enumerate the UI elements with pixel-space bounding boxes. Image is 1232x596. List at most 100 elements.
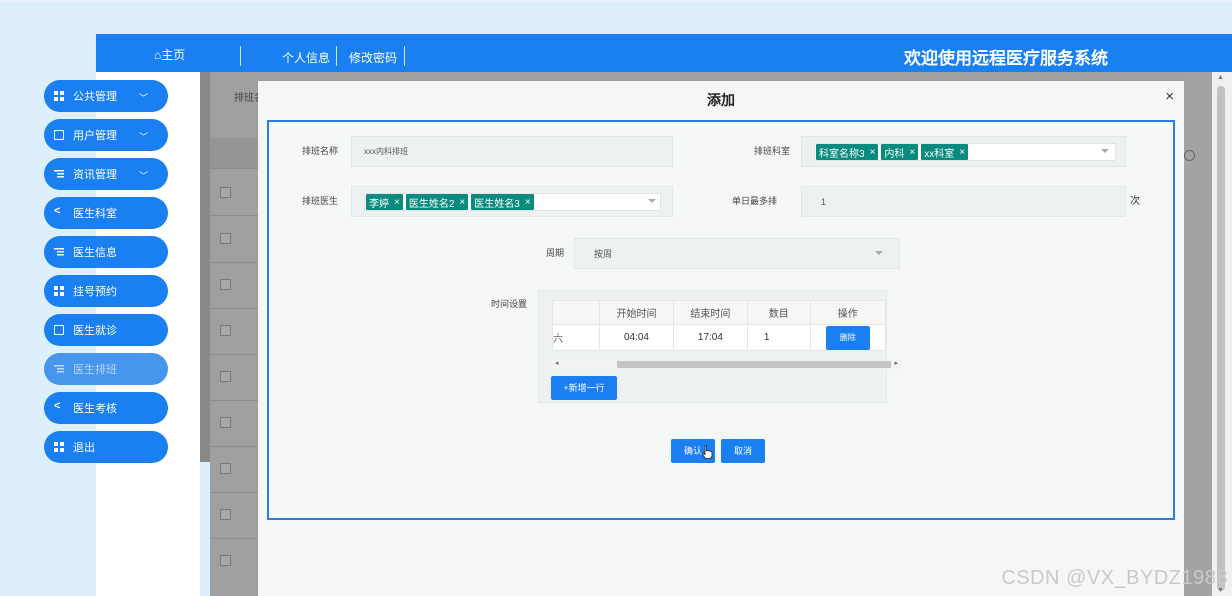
department-tag: 科室名称3 × xyxy=(816,144,879,160)
hand-cursor-icon xyxy=(701,445,713,459)
doctor-tag: 李婷 × xyxy=(366,194,403,210)
tag-remove-icon[interactable]: × xyxy=(870,147,876,158)
sidebar-item-assessment[interactable]: 医生考核 xyxy=(44,392,168,424)
bg-row-checkbox xyxy=(220,279,231,290)
delete-row-button[interactable]: 删除 xyxy=(825,325,870,350)
department-tag: xx科室 × xyxy=(921,144,969,160)
chevron-down-icon: ﹀ xyxy=(138,132,148,142)
scrollbar-thumb[interactable] xyxy=(1217,86,1225,591)
table-row: 六 04:04 17:04 1 删除 xyxy=(552,324,887,351)
doctors-label: 排班医生 xyxy=(302,196,339,206)
count-cell[interactable]: 1 xyxy=(746,324,811,351)
sidebar-item-departments[interactable]: 医生科室 xyxy=(44,197,168,229)
tag-remove-icon[interactable]: × xyxy=(909,147,915,158)
chevron-down-icon: ﹀ xyxy=(138,171,148,181)
department-label: 排班科室 xyxy=(754,146,791,156)
bg-row-line xyxy=(210,308,258,309)
bg-row-checkbox xyxy=(220,509,231,520)
column-header: 结束时间 xyxy=(672,300,748,325)
sidebar-item-scheduling[interactable]: 医生排班 xyxy=(44,353,168,385)
cancel-button[interactable]: 取消 xyxy=(721,439,765,463)
sidebar-item-appointments[interactable]: 挂号预约 xyxy=(44,275,168,307)
bg-row-line xyxy=(210,446,258,447)
department-tag-box[interactable]: 科室名称3 × 内科 × xx科室 × xyxy=(814,143,1116,161)
scroll-left-arrow-icon[interactable]: ◂ xyxy=(555,359,559,367)
share-icon xyxy=(54,400,64,413)
tag-remove-icon[interactable]: × xyxy=(459,197,465,208)
end-time-cell[interactable]: 17:04 xyxy=(672,324,748,351)
sidebar-item-users[interactable]: 用户管理 ﹀ xyxy=(44,119,168,151)
period-select[interactable]: 按周 xyxy=(574,238,900,269)
caret-down-icon xyxy=(875,251,883,255)
period-label: 周期 xyxy=(546,248,565,258)
nav-divider xyxy=(404,46,405,66)
add-row-button[interactable]: +新增一行 xyxy=(551,376,617,400)
site-title: 欢迎使用远程医疗服务系统 xyxy=(904,49,1108,68)
bg-row-checkbox xyxy=(220,187,231,198)
add-schedule-dialog: 添加 × 排班名称 xxx内科排班 排班科室 科室名称3 × 内科 × xx科室 × … xyxy=(258,81,1184,596)
scroll-right-arrow-icon[interactable]: ▸ xyxy=(894,359,898,367)
sidebar-item-public[interactable]: 公共管理 ﹀ xyxy=(44,80,168,112)
daily-max-input[interactable]: 1 xyxy=(801,186,1126,217)
dialog-title: 添加 xyxy=(707,92,735,108)
bg-row-line xyxy=(210,354,258,355)
sidebar-item-label: 公共管理 xyxy=(73,91,117,103)
doctors-tag-box[interactable]: 李婷 × 医生姓名2 × 医生姓名3 × xyxy=(364,193,661,211)
table-horizontal-scrollbar[interactable]: ◂ ▸ xyxy=(552,360,901,369)
weekday-cell[interactable]: 六 xyxy=(552,324,600,351)
sidebar-item-label: 退出 xyxy=(73,442,95,454)
tag-remove-icon[interactable]: × xyxy=(525,197,531,208)
sidebar-item-doctor-info[interactable]: 医生信息 xyxy=(44,236,168,268)
column-header: 操作 xyxy=(809,300,887,325)
time-settings-panel: 开始时间 结束时间 数目 操作 六 04:04 17:04 1 删除 ◂ ▸ +… xyxy=(538,290,901,403)
grid-icon xyxy=(54,91,64,101)
bg-row-checkbox xyxy=(220,371,231,382)
document-icon xyxy=(54,130,64,140)
print-icon xyxy=(1184,150,1195,161)
doctor-tag: 医生姓名2 × xyxy=(405,194,469,210)
column-header xyxy=(552,300,600,325)
schedule-name-input[interactable]: xxx内科排班 xyxy=(351,136,673,167)
column-header: 数目 xyxy=(746,300,811,325)
tag-remove-icon[interactable]: × xyxy=(394,197,400,208)
nav-divider xyxy=(336,46,337,66)
bg-row-checkbox xyxy=(220,417,231,428)
home-link[interactable]: ⌂主页 xyxy=(154,46,185,63)
document-icon xyxy=(54,325,64,335)
sidebar-item-news[interactable]: 资讯管理 ﹀ xyxy=(44,158,168,190)
sidebar-item-label: 用户管理 xyxy=(73,130,117,142)
tag-remove-icon[interactable]: × xyxy=(959,147,965,158)
column-header: 开始时间 xyxy=(598,300,674,325)
time-settings-label: 时间设置 xyxy=(491,299,528,309)
list-icon xyxy=(54,169,64,179)
schedule-name-value: xxx内科排班 xyxy=(364,147,408,156)
start-time-cell[interactable]: 04:04 xyxy=(598,324,674,351)
scroll-up-arrow-icon[interactable]: ▲ xyxy=(1217,74,1224,81)
nav-change-password[interactable]: 修改密码 xyxy=(349,49,397,66)
caret-down-icon xyxy=(1101,149,1109,153)
doctors-select[interactable]: 李婷 × 医生姓名2 × 医生姓名3 × xyxy=(351,186,673,217)
sidebar-item-logout[interactable]: 退出 xyxy=(44,431,168,463)
sidebar-item-consultation[interactable]: 医生就诊 xyxy=(44,314,168,346)
watermark: CSDN @VX_BYDZ1988 xyxy=(1001,567,1228,589)
sidebar-item-label: 挂号预约 xyxy=(73,286,117,298)
table-header-row: 开始时间 结束时间 数目 操作 xyxy=(552,300,887,325)
nav-divider xyxy=(240,46,241,66)
bg-row-checkbox xyxy=(220,463,231,474)
page-scrollbar[interactable]: ▲ ▼ xyxy=(1212,72,1232,596)
schedule-name-label: 排班名称 xyxy=(302,146,339,156)
bg-row-line xyxy=(210,168,258,169)
close-icon[interactable]: × xyxy=(1165,88,1174,105)
list-icon xyxy=(54,247,64,257)
grid-icon xyxy=(54,442,64,452)
period-value: 按周 xyxy=(594,249,613,259)
grid-icon xyxy=(54,286,64,296)
bg-row-line xyxy=(210,215,258,216)
daily-max-unit: 次 xyxy=(1130,196,1140,207)
daily-max-value: 1 xyxy=(821,196,827,207)
bg-row-line xyxy=(210,538,258,539)
scrollbar-thumb[interactable] xyxy=(617,361,891,368)
nav-personal-info[interactable]: 个人信息 xyxy=(282,49,330,66)
share-icon xyxy=(54,205,64,218)
department-select[interactable]: 科室名称3 × 内科 × xx科室 × xyxy=(801,136,1126,167)
